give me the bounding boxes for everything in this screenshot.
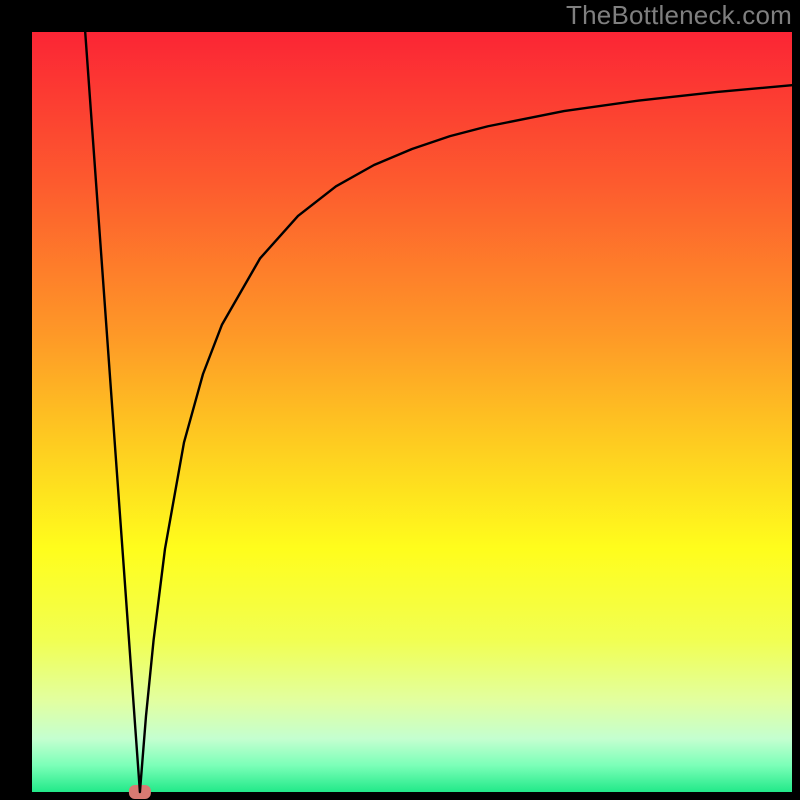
watermark-label: TheBottleneck.com bbox=[566, 0, 792, 31]
plot-area bbox=[32, 32, 792, 792]
chart-container: TheBottleneck.com bbox=[0, 0, 800, 800]
plot-svg bbox=[0, 0, 800, 800]
